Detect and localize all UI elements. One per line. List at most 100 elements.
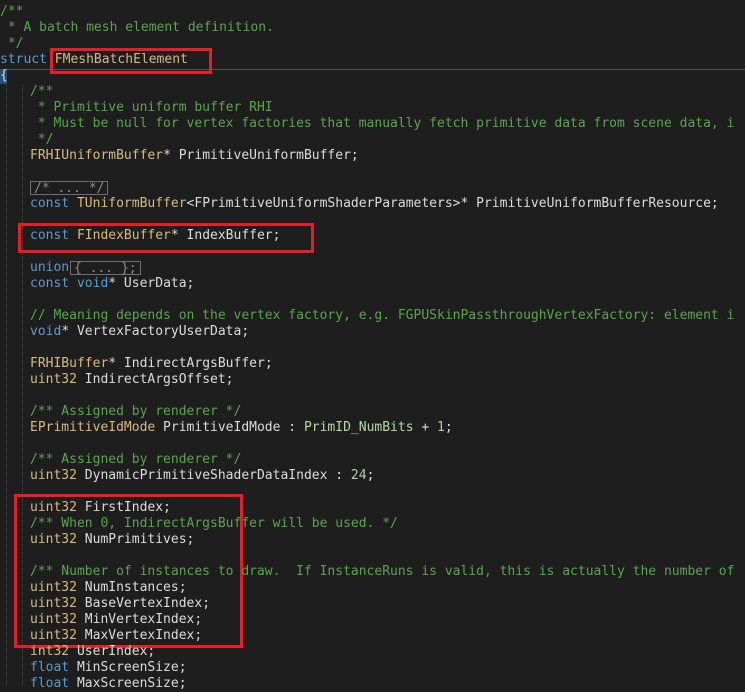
- code-line[interactable]: * Primitive uniform buffer RHI: [30, 100, 745, 116]
- code-line[interactable]: uint32 NumPrimitives;: [30, 532, 745, 548]
- code-line[interactable]: uint32 IndirectArgsOffset;: [30, 372, 745, 388]
- code-token: MinScreenSize;: [69, 660, 187, 675]
- code-line[interactable]: const FIndexBuffer* IndexBuffer;: [30, 228, 745, 244]
- code-token: void: [76, 276, 109, 291]
- code-line[interactable]: float MinScreenSize;: [30, 660, 745, 676]
- code-line[interactable]: [30, 484, 745, 500]
- code-token: FirstIndex;: [76, 500, 171, 515]
- code-line[interactable]: /** Assigned by renderer */: [30, 404, 745, 420]
- code-token: /** When 0, IndirectArgsBuffer will be u…: [30, 516, 398, 531]
- code-token: void: [30, 324, 62, 339]
- code-token: PrimID_NumBits: [303, 420, 414, 435]
- code-line[interactable]: [30, 180, 745, 196]
- code-token: EPrimitiveIdMode: [30, 420, 156, 435]
- code-token: FIndexBuffer: [76, 228, 171, 243]
- code-token: DynamicPrimitiveShaderDataIndex :: [76, 468, 351, 483]
- code-line[interactable]: struct FMeshBatchElement: [0, 52, 745, 68]
- code-token: FMeshBatchElement: [54, 52, 188, 67]
- code-token: /** Number of instances to draw. If Inst…: [30, 564, 735, 579]
- code-token: * IndirectArgsBuffer;: [108, 356, 273, 371]
- code-token: 24: [350, 468, 367, 483]
- code-line[interactable]: const void* UserData;: [30, 276, 745, 292]
- code-line[interactable]: [30, 292, 745, 308]
- code-token: /** Assigned by renderer */: [30, 404, 242, 419]
- code-token: const: [30, 276, 70, 291]
- code-line[interactable]: float MaxScreenSize;: [30, 676, 745, 692]
- code-token: * Primitive uniform buffer RHI: [30, 100, 273, 115]
- code-token: IndirectArgsOffset;: [76, 372, 234, 387]
- code-line[interactable]: */: [30, 132, 745, 148]
- code-token: 1: [437, 420, 445, 435]
- code-line[interactable]: FRHIBuffer* IndirectArgsBuffer;: [30, 356, 745, 372]
- code-line[interactable]: /** When 0, IndirectArgsBuffer will be u…: [30, 516, 745, 532]
- code-token: const: [30, 196, 70, 211]
- code-token: * Must be null for vertex factories that…: [30, 116, 735, 131]
- code-token: const: [30, 228, 70, 243]
- code-token: /**: [0, 4, 24, 19]
- code-token: uint32: [30, 612, 77, 627]
- code-token: FRHIBuffer: [30, 356, 109, 371]
- code-token: uint32: [30, 596, 77, 611]
- code-token: * IndexBuffer;: [170, 228, 281, 243]
- code-line[interactable]: EPrimitiveIdMode PrimitiveIdMode : PrimI…: [30, 420, 745, 436]
- code-line[interactable]: [30, 244, 745, 260]
- code-token: * PrimitiveUniformBuffer;: [163, 148, 359, 163]
- code-line[interactable]: uint32 DynamicPrimitiveShaderDataIndex :…: [30, 468, 745, 484]
- code-line[interactable]: [30, 388, 745, 404]
- code-token: uint32: [30, 500, 77, 515]
- code-line[interactable]: [30, 164, 745, 180]
- code-token: struct: [0, 52, 47, 67]
- code-token: */: [30, 132, 54, 147]
- code-editor[interactable]: /* ... */ { ... }; /** * A batch mesh el…: [0, 0, 745, 691]
- code-line[interactable]: [30, 212, 745, 228]
- code-token: MinVertexIndex;: [76, 612, 203, 627]
- code-line[interactable]: union: [30, 260, 745, 276]
- code-line[interactable]: * Must be null for vertex factories that…: [30, 116, 745, 132]
- code-line[interactable]: /** Number of instances to draw. If Inst…: [30, 564, 745, 580]
- code-token: BaseVertexIndex;: [76, 596, 211, 611]
- code-token: <FPrimitiveUniformShaderParameters>* Pri…: [186, 196, 719, 211]
- code-token: uint32: [30, 580, 77, 595]
- code-line[interactable]: uint32 NumInstances;: [30, 580, 745, 596]
- code-token: ;: [366, 468, 375, 483]
- code-token: MaxScreenSize;: [69, 676, 187, 691]
- code-token: +: [413, 420, 438, 435]
- code-line[interactable]: FRHIUniformBuffer* PrimitiveUniformBuffe…: [30, 148, 745, 164]
- code-token: uint32: [30, 532, 77, 547]
- code-line[interactable]: /**: [30, 84, 745, 100]
- code-line[interactable]: void* VertexFactoryUserData;: [30, 324, 745, 340]
- code-token: */: [0, 36, 24, 51]
- code-line[interactable]: [30, 548, 745, 564]
- indent-guide: [6, 84, 7, 685]
- code-line[interactable]: [30, 436, 745, 452]
- code-line[interactable]: * A batch mesh element definition.: [0, 20, 745, 36]
- code-token: * VertexFactoryUserData;: [61, 324, 250, 339]
- code-line[interactable]: uint32 FirstIndex;: [30, 500, 745, 516]
- code-token: uint32: [30, 372, 77, 387]
- code-line[interactable]: /**: [0, 4, 745, 20]
- code-line[interactable]: const TUniformBuffer<FPrimitiveUniformSh…: [30, 196, 745, 212]
- code-token: MaxVertexIndex;: [76, 628, 203, 643]
- code-line[interactable]: uint32 MaxVertexIndex;: [30, 628, 745, 644]
- code-line[interactable]: uint32 BaseVertexIndex;: [30, 596, 745, 612]
- code-token: /**: [30, 84, 54, 99]
- code-token: float: [30, 660, 70, 675]
- code-token: * A batch mesh element definition.: [0, 20, 274, 35]
- code-line[interactable]: uint32 MinVertexIndex;: [30, 612, 745, 628]
- code-token: PrimitiveIdMode :: [155, 420, 304, 435]
- code-line[interactable]: // Meaning depends on the vertex factory…: [30, 308, 745, 324]
- code-line[interactable]: [30, 340, 745, 356]
- code-token: {: [0, 68, 8, 83]
- code-line[interactable]: /** Assigned by renderer */: [30, 452, 745, 468]
- code-token: uint32: [30, 628, 77, 643]
- code-token: union: [30, 260, 70, 275]
- code-token: /** Assigned by renderer */: [30, 452, 242, 467]
- code-token: // Meaning depends on the vertex factory…: [30, 308, 735, 323]
- code-line[interactable]: {: [0, 68, 745, 84]
- code-token: UserIndex;: [69, 644, 156, 659]
- code-line[interactable]: */: [0, 36, 745, 52]
- code-token: * UserData;: [108, 276, 195, 291]
- code-line[interactable]: int32 UserIndex;: [30, 644, 745, 660]
